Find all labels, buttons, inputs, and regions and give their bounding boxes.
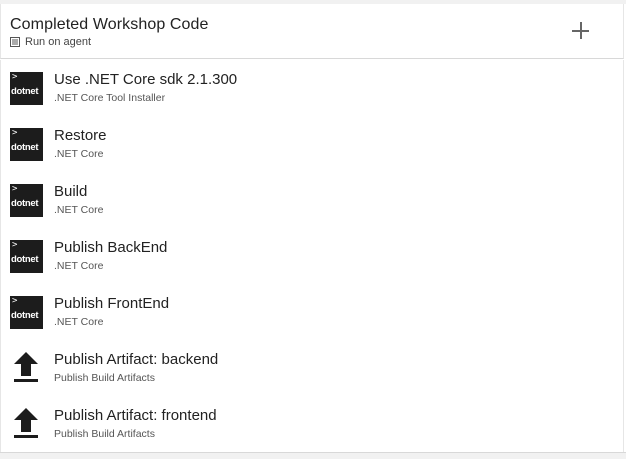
server-icon [10, 37, 20, 47]
dotnet-icon: > dotnet [10, 296, 43, 329]
plus-icon[interactable] [571, 21, 590, 40]
dotnet-icon-prompt: > [12, 240, 18, 250]
job-subtitle-text: Run on agent [25, 36, 92, 48]
dotnet-icon-label: dotnet [11, 198, 39, 209]
dotnet-icon-prompt: > [12, 72, 18, 82]
task-name: Use .NET Core sdk 2.1.300 [54, 71, 238, 88]
task-name: Publish Artifact: backend [54, 351, 219, 368]
task-row[interactable]: Publish Artifact: frontend Publish Build … [1, 396, 623, 452]
task-list: > dotnet Use .NET Core sdk 2.1.300 .NET Cor… [0, 60, 624, 452]
task-description: Publish Build Artifacts [54, 372, 155, 384]
dotnet-icon: > dotnet [10, 128, 43, 161]
task-name: Build [54, 183, 88, 200]
job-title: Completed Workshop Code [10, 16, 209, 33]
dotnet-icon: > dotnet [10, 184, 43, 217]
dotnet-icon-label: dotnet [11, 254, 39, 265]
dotnet-icon-prompt: > [12, 296, 18, 306]
task-description: .NET Core [54, 260, 104, 272]
task-name: Restore [54, 127, 107, 144]
dotnet-icon-label: dotnet [11, 310, 39, 321]
agent-job-header[interactable]: Completed Workshop Code Run on agent [0, 4, 624, 59]
dotnet-icon-label: dotnet [11, 142, 39, 153]
job-subtitle: Run on agent [10, 36, 91, 48]
task-name: Publish FrontEnd [54, 295, 170, 312]
dotnet-icon: > dotnet [10, 72, 43, 105]
task-row[interactable]: > dotnet Build .NET Core [1, 172, 623, 228]
task-name: Publish BackEnd [54, 239, 168, 256]
task-description: Publish Build Artifacts [54, 428, 155, 440]
dotnet-icon-label: dotnet [11, 86, 39, 97]
task-name: Publish Artifact: frontend [54, 407, 217, 424]
task-row[interactable]: > dotnet Publish FrontEnd .NET Core [1, 284, 623, 340]
task-row[interactable]: > dotnet Restore .NET Core [1, 116, 623, 172]
task-row[interactable]: > dotnet Publish BackEnd .NET Core [1, 228, 623, 284]
upload-icon [13, 351, 39, 384]
task-description: .NET Core Tool Installer [54, 92, 166, 104]
upload-icon [13, 407, 39, 440]
dotnet-icon-prompt: > [12, 184, 18, 194]
dotnet-icon: > dotnet [10, 240, 43, 273]
task-row[interactable]: Publish Artifact: backend Publish Build A… [1, 340, 623, 396]
task-description: .NET Core [54, 316, 104, 328]
task-row[interactable]: > dotnet Use .NET Core sdk 2.1.300 .NET Cor… [1, 60, 623, 116]
task-description: .NET Core [54, 148, 104, 160]
task-description: .NET Core [54, 204, 104, 216]
dotnet-icon-prompt: > [12, 128, 18, 138]
